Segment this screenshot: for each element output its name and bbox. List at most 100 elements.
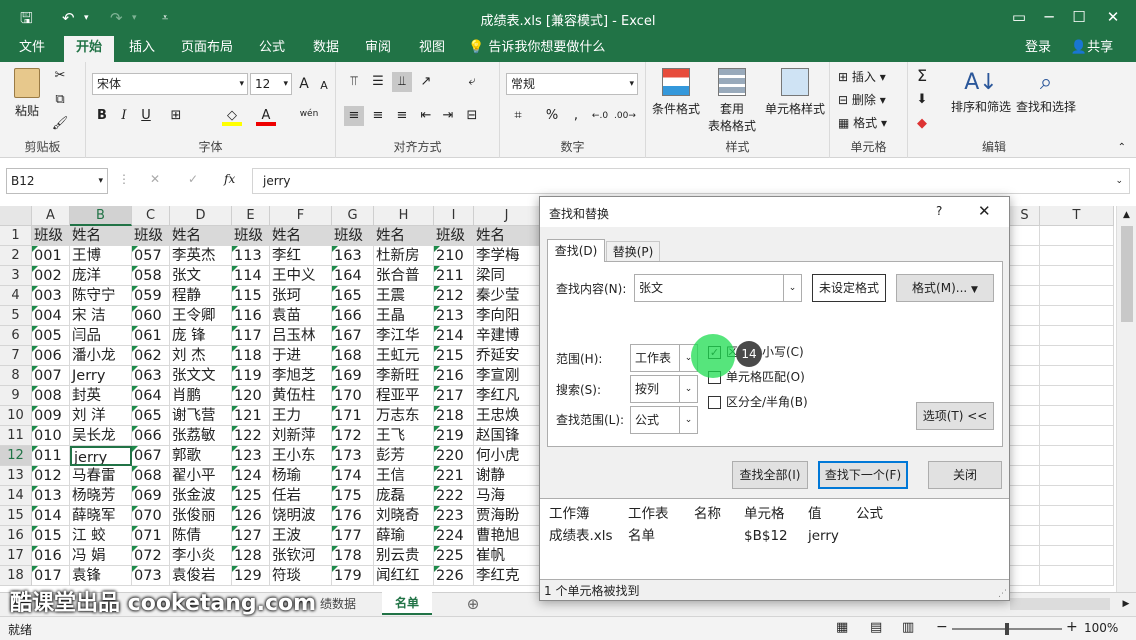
empty-cell[interactable] bbox=[1040, 326, 1114, 346]
cell-g17[interactable]: 178 bbox=[332, 546, 374, 566]
empty-cell[interactable] bbox=[1040, 346, 1114, 366]
cell-h2[interactable]: 杜新房 bbox=[374, 246, 434, 266]
cell-f14[interactable]: 任岩 bbox=[270, 486, 332, 506]
resize-grip-icon[interactable]: ⋰ bbox=[998, 589, 1007, 599]
select-all-corner[interactable] bbox=[0, 206, 32, 226]
look-in-select[interactable]: 公式 ⌄ bbox=[630, 406, 698, 434]
scroll-right-icon[interactable]: ▶ bbox=[1118, 593, 1134, 615]
cell-h9[interactable]: 程亚平 bbox=[374, 386, 434, 406]
empty-cell[interactable] bbox=[1040, 566, 1114, 586]
format-painter-icon[interactable]: 🖌 bbox=[50, 114, 70, 134]
cell-f11[interactable]: 刘新萍 bbox=[270, 426, 332, 446]
currency-icon[interactable]: ⌗ bbox=[508, 106, 528, 126]
col-header-a[interactable]: A bbox=[32, 206, 70, 226]
empty-cell[interactable] bbox=[1010, 426, 1040, 446]
empty-cell[interactable] bbox=[1010, 346, 1040, 366]
cell-h12[interactable]: 彭芳 bbox=[374, 446, 434, 466]
cell-b7[interactable]: 潘小龙 bbox=[70, 346, 132, 366]
cell-i5[interactable]: 213 bbox=[434, 306, 474, 326]
row-header[interactable]: 17 bbox=[0, 546, 32, 566]
cell-f1[interactable]: 姓名 bbox=[270, 226, 332, 246]
autosum-button[interactable]: Σ bbox=[912, 66, 932, 86]
cell-d17[interactable]: 李小炎 bbox=[170, 546, 232, 566]
share-button[interactable]: 👤共享 bbox=[1062, 36, 1122, 62]
cell-styles-button[interactable]: 单元格样式 bbox=[762, 68, 828, 117]
cell-j12[interactable]: 何小虎 bbox=[474, 446, 540, 466]
empty-cell[interactable] bbox=[1010, 306, 1040, 326]
cell-j9[interactable]: 李红凡 bbox=[474, 386, 540, 406]
empty-cell[interactable] bbox=[1010, 286, 1040, 306]
cell-h8[interactable]: 李新旺 bbox=[374, 366, 434, 386]
empty-cell[interactable] bbox=[1040, 226, 1114, 246]
cell-j18[interactable]: 李红克 bbox=[474, 566, 540, 586]
empty-cell[interactable] bbox=[1040, 426, 1114, 446]
delete-cells-button[interactable]: ⊟ 删除 ▾ bbox=[838, 91, 886, 108]
cell-i3[interactable]: 211 bbox=[434, 266, 474, 286]
shrink-font-icon[interactable]: A bbox=[314, 76, 334, 96]
merge-center-icon[interactable]: ⊟ bbox=[462, 106, 482, 126]
cell-i13[interactable]: 221 bbox=[434, 466, 474, 486]
empty-cell[interactable] bbox=[1010, 466, 1040, 486]
conditional-format-button[interactable]: 条件格式 bbox=[648, 68, 704, 117]
tab-file[interactable]: 文件 bbox=[10, 36, 54, 62]
cell-i12[interactable]: 220 bbox=[434, 446, 474, 466]
cell-j1[interactable]: 姓名 bbox=[474, 226, 540, 246]
cell-f8[interactable]: 李旭芝 bbox=[270, 366, 332, 386]
empty-cell[interactable] bbox=[1040, 506, 1114, 526]
font-color-icon[interactable]: A bbox=[256, 106, 276, 126]
normal-view-icon[interactable]: ▦ bbox=[836, 620, 848, 635]
cell-f9[interactable]: 黄伍柱 bbox=[270, 386, 332, 406]
zoom-slider-thumb[interactable] bbox=[1005, 623, 1009, 635]
row-header[interactable]: 16 bbox=[0, 526, 32, 546]
tab-replace[interactable]: 替换(P) bbox=[606, 241, 660, 262]
cell-f18[interactable]: 符琰 bbox=[270, 566, 332, 586]
empty-cell[interactable] bbox=[1040, 386, 1114, 406]
cell-d13[interactable]: 翟小平 bbox=[170, 466, 232, 486]
align-middle-icon[interactable]: ☰ bbox=[368, 72, 388, 92]
cell-d6[interactable]: 庞 锋 bbox=[170, 326, 232, 346]
login-link[interactable]: 登录 bbox=[1018, 36, 1058, 62]
cell-g1[interactable]: 班级 bbox=[332, 226, 374, 246]
chevron-down-icon[interactable]: ⌄ bbox=[783, 275, 801, 301]
match-byte-checkbox[interactable] bbox=[708, 396, 721, 409]
paste-button[interactable]: 粘贴 bbox=[10, 68, 44, 128]
col-header-j[interactable]: J bbox=[474, 206, 540, 226]
page-layout-view-icon[interactable]: ▤ bbox=[870, 620, 882, 635]
cell-j10[interactable]: 王忠焕 bbox=[474, 406, 540, 426]
fill-color-icon[interactable]: ◇ bbox=[222, 106, 242, 126]
ribbon-display-icon[interactable]: ▭ bbox=[1004, 6, 1034, 28]
cell-i8[interactable]: 216 bbox=[434, 366, 474, 386]
cell-h17[interactable]: 别云贵 bbox=[374, 546, 434, 566]
cell-b4[interactable]: 陈守宁 bbox=[70, 286, 132, 306]
cell-b18[interactable]: 袁锋 bbox=[70, 566, 132, 586]
results-header-workbook[interactable]: 工作簿 bbox=[549, 506, 590, 522]
find-next-button[interactable]: 查找下一个(F) bbox=[818, 461, 908, 489]
cell-j2[interactable]: 李学梅 bbox=[474, 246, 540, 266]
cell-h7[interactable]: 王虹元 bbox=[374, 346, 434, 366]
cell-i6[interactable]: 214 bbox=[434, 326, 474, 346]
format-cells-button[interactable]: ▦ 格式 ▾ bbox=[838, 114, 887, 131]
results-list[interactable]: 工作簿 工作表 名称 单元格 值 公式 成绩表.xls 名单 $B$12 jer… bbox=[540, 498, 1009, 580]
cell-b3[interactable]: 庞洋 bbox=[70, 266, 132, 286]
cell-i16[interactable]: 224 bbox=[434, 526, 474, 546]
align-right-icon[interactable]: ≡ bbox=[392, 106, 412, 126]
tab-view[interactable]: 视图 bbox=[412, 36, 452, 62]
tab-insert[interactable]: 插入 bbox=[122, 36, 162, 62]
cell-i10[interactable]: 218 bbox=[434, 406, 474, 426]
empty-cell[interactable] bbox=[1040, 306, 1114, 326]
cell-h5[interactable]: 王晶 bbox=[374, 306, 434, 326]
cell-d10[interactable]: 谢飞营 bbox=[170, 406, 232, 426]
comma-button[interactable]: , bbox=[566, 106, 586, 126]
cell-f7[interactable]: 于进 bbox=[270, 346, 332, 366]
cell-h3[interactable]: 张合普 bbox=[374, 266, 434, 286]
border-icon[interactable]: ⊞ bbox=[166, 106, 186, 126]
empty-cell[interactable] bbox=[1040, 546, 1114, 566]
row-header[interactable]: 18 bbox=[0, 566, 32, 586]
cell-g3[interactable]: 164 bbox=[332, 266, 374, 286]
cell-f15[interactable]: 饶明波 bbox=[270, 506, 332, 526]
empty-cell[interactable] bbox=[1010, 266, 1040, 286]
name-box[interactable]: B12 ▾ bbox=[6, 168, 108, 194]
grow-font-icon[interactable]: A bbox=[294, 74, 314, 94]
cell-h1[interactable]: 姓名 bbox=[374, 226, 434, 246]
row-header[interactable]: 14 bbox=[0, 486, 32, 506]
